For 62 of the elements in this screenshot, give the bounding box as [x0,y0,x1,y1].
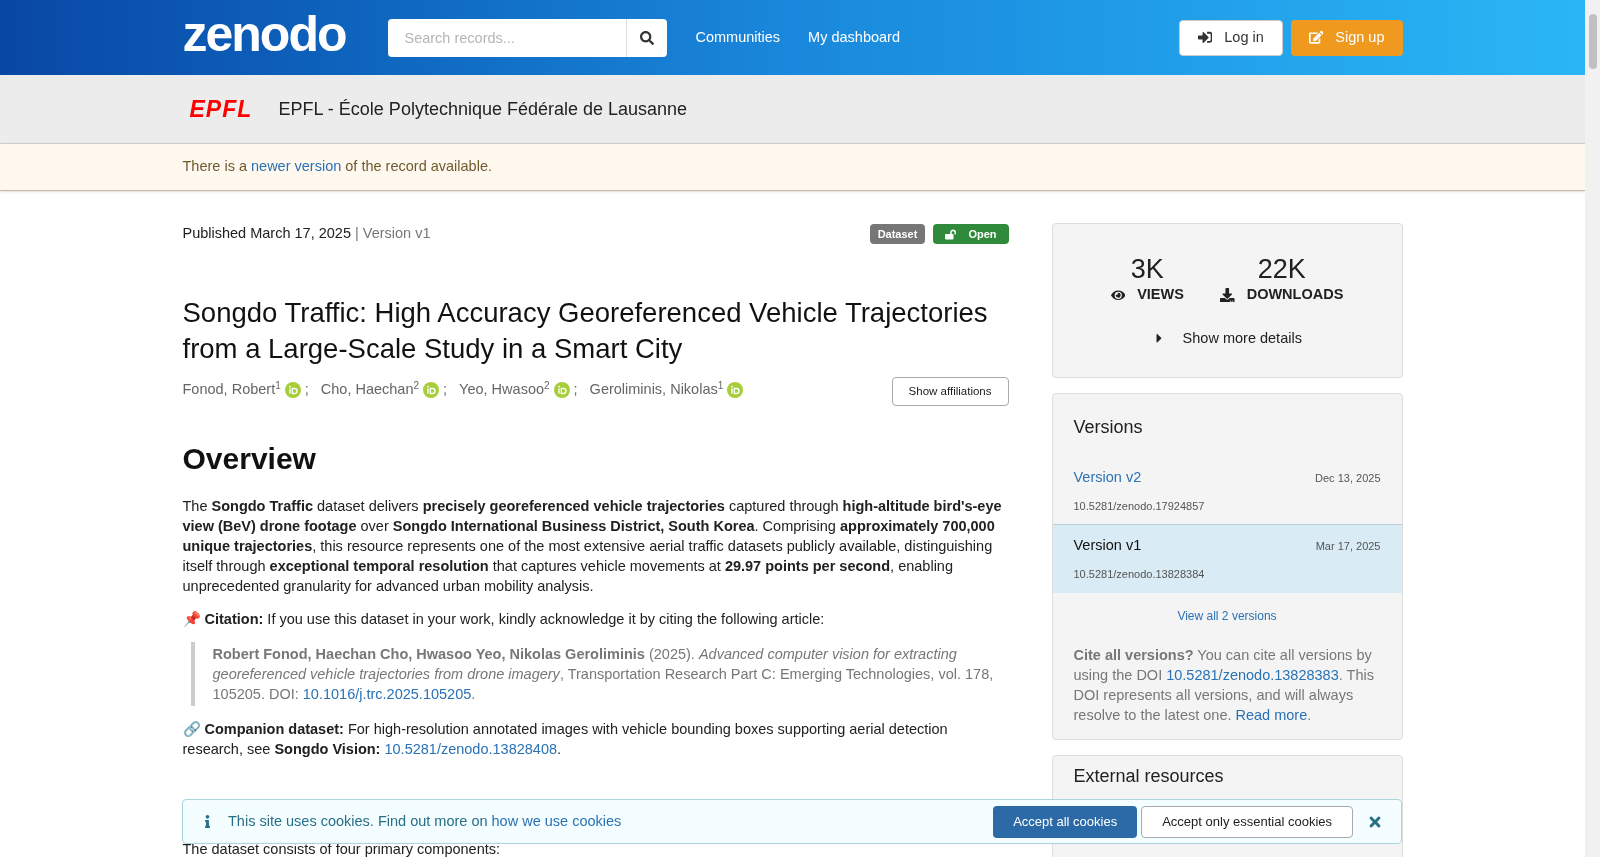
author-name[interactable]: Geroliminis, Nikolas$^{1}$ [589,379,724,401]
nav-link[interactable]: Communities [695,26,781,49]
unlock-icon [945,228,957,240]
section-heading: Overview [182,441,317,477]
version-item[interactable]: Version v1 Mar 17, 2025 10.5281/zenodo.13828384 [1052,524,1402,593]
community-logo[interactable]: EPFL [189,91,260,127]
community-name[interactable]: EPFL - École Polytechnique Fédérale de Lausanne [278,95,688,123]
view-all-versions-link[interactable]: View all 2 versions [1177,606,1277,625]
separator: ; [304,380,309,399]
paragraph: 🔗 Companion dataset: For high-resolution annotated images with vehicle bounding boxes supporting aerial detection research, see Songdo Vision: 10.5281/zenodo.13828408. [182,720,949,759]
paragraph: 📌 Citation: If you use this dataset in your work, kindly acknowledge it by citing the following article: [182,610,826,629]
text-link[interactable]: 10.5281/zenodo.13828383 [1166,666,1339,683]
text-link[interactable]: how we use cookies [491,812,622,829]
version-item[interactable]: Version v2 Dec 13, 2025 10.5281/zenodo.17924857 [1052,457,1402,525]
cite-all-versions-text: Cite all versions? You can cite all versions by using the DOI 10.5281/zenodo.13828383. This DOI represents all versions, and will always resolve to the latest one. Read more. [1072,645,1375,725]
author-name[interactable]: Cho, Haechan$^{2}$ [320,379,420,401]
show-more-details-button[interactable]: Show more details [1152,327,1302,350]
record-title: Songdo Traffic: High Accuracy Georeferenced Vehicle Trajectories from a Large-Scale Study in a Smart City [182,296,989,366]
version-title: Version v2 [1073,468,1142,487]
search-icon [640,30,655,45]
card-heading: Versions [1072,416,1144,439]
version-doi: 10.5281/zenodo.17924857 [1073,498,1206,514]
stat-value: 3K [1130,254,1164,284]
newer-version-notice: There is a newer version of the record available. [182,157,492,177]
published-date: Published March 17, 2025 [182,224,351,244]
search-field[interactable]: Search records... [388,18,628,57]
scrollbar[interactable] [1585,0,1600,857]
resource-type-badge: Dataset [869,224,926,244]
nav-link[interactable]: My dashboard [808,26,900,49]
cookie-notice-text: This site uses cookies. Find out more on how we use cookies [228,811,622,831]
login-icon [1197,30,1213,45]
version-date: Dec 13, 2025 [1315,470,1381,486]
orcid-icon[interactable] [553,381,570,398]
version-label: | Version v1 [355,224,431,244]
text-link[interactable]: newer version [251,158,342,175]
stat-label: VIEWS [1110,284,1184,306]
download-icon [1220,287,1235,303]
orcid-icon[interactable] [423,381,440,398]
version-title: Version v1 [1073,536,1142,556]
search-button[interactable] [626,18,668,57]
login-button[interactable]: Log in [1178,19,1283,56]
citation-quote: Robert Fonod, Haechan Cho, Hwasoo Yeo, Nikolas Geroliminis (2025). Advanced computer vision for extracting georeferenced vehicle trajectories from drone imagery, Transportation Research Part C: Emerging Technologies, vol. 178, 105205. DOI: 10.1016/j.trc.2025.105205. [212,645,995,704]
paragraph: The Songdo Traffic dataset delivers precisely georeferenced vehicle trajectories captured through high-altitude bird's-eye view (BeV) drone footage over Songdo International Business District, South Korea. Comprising approximately 700,000 unique trajectories, this resource represents one of the most extensive aerial traffic datasets publicly available, distinguishing itself through exceptional temporal resolution that captures vehicle movements at 29.97 points per second, enabling unprecedented granularity for advanced urban mobility analysis. [182,497,1003,596]
access-badge: Open [933,224,1009,244]
zenodo-logo[interactable]: zenodo [182,8,346,67]
version-date: Mar 17, 2025 [1315,538,1381,554]
separator: ; [443,380,448,399]
version-doi: 10.5281/zenodo.13828384 [1073,567,1206,582]
eye-icon [1110,287,1126,303]
edit-icon [1308,30,1324,45]
card-heading: External resources [1073,765,1225,786]
stat-value: 22K [1257,254,1306,284]
orcid-icon[interactable] [727,381,744,398]
show-affiliations-button[interactable]: Show affiliations [891,377,1009,406]
orcid-icon[interactable] [284,381,301,398]
author-name[interactable]: Yeo, Hwasoo$^{2}$ [459,379,550,401]
author-name[interactable]: Fonod, Robert$^{1}$ [182,379,281,401]
separator: ; [573,380,578,399]
accept-all-cookies-button[interactable]: Accept all cookies [993,805,1138,838]
stat-label: DOWNLOADS [1220,284,1344,306]
text-link[interactable]: Read more [1235,706,1308,723]
accept-essential-cookies-button[interactable]: Accept only essential cookies [1141,805,1353,838]
